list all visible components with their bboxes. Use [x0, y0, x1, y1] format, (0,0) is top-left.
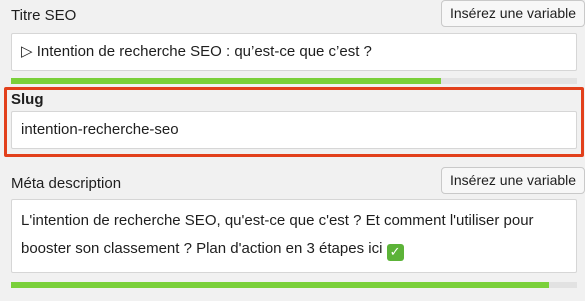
meta-description-line-2-text: booster son classement ? Plan d'action e…: [21, 240, 383, 257]
seo-title-label: Titre SEO: [11, 7, 77, 24]
seo-snippet-editor: Titre SEO Insérez une variable ▷ Intenti…: [0, 0, 585, 301]
seo-title-value: ▷ Intention de recherche SEO : qu’est-ce…: [21, 43, 372, 60]
seo-title-insert-variable-button[interactable]: Insérez une variable: [441, 0, 585, 27]
meta-description-label: Méta description: [11, 175, 122, 192]
meta-description-line-2: booster son classement ? Plan d'action e…: [21, 235, 567, 263]
meta-description-textarea[interactable]: L'intention de recherche SEO, qu'est-ce …: [11, 199, 577, 273]
meta-description-progress-bar: [11, 282, 577, 288]
slug-input[interactable]: intention-recherche-seo: [11, 111, 577, 149]
seo-title-progress-fill: [11, 78, 442, 84]
meta-description-line-1: L'intention de recherche SEO, qu'est-ce …: [21, 212, 534, 229]
slug-label: Slug: [11, 91, 44, 108]
meta-description-progress-fill: [11, 282, 549, 288]
seo-title-input[interactable]: ▷ Intention de recherche SEO : qu’est-ce…: [11, 33, 577, 71]
white-check-mark-icon: ✓: [386, 244, 404, 261]
meta-description-insert-variable-button[interactable]: Insérez une variable: [441, 167, 585, 194]
slug-value: intention-recherche-seo: [21, 121, 179, 138]
seo-title-progress-bar: [11, 78, 577, 84]
